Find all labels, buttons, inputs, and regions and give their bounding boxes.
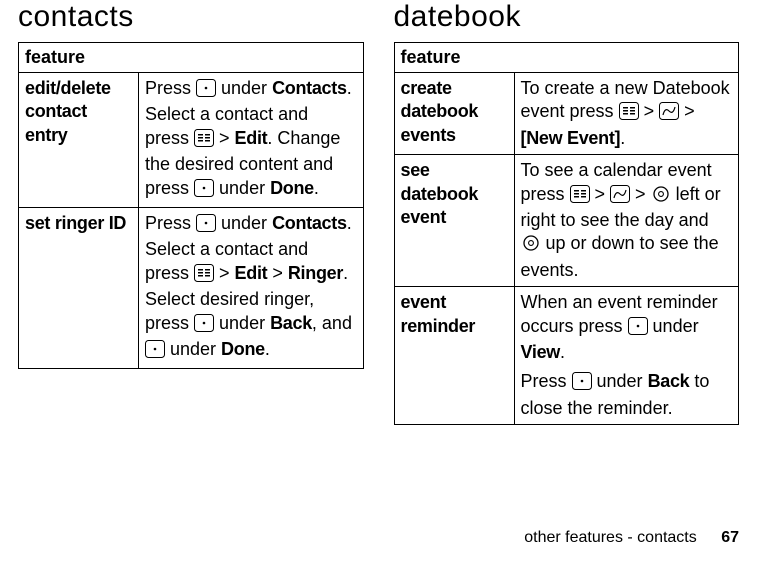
page-footer: other features - contacts 67 [524,529,739,547]
menu-key-icon [194,129,214,153]
softkey-dot-icon [196,214,216,238]
contacts-table: feature edit/delete contact entry Press … [18,42,364,369]
feature-desc: Press under Contacts. Select a contact a… [139,207,364,368]
contacts-title: contacts [18,0,364,34]
menu-key-icon [619,102,639,126]
datebook-key-icon [659,102,679,126]
softkey-dot-icon [194,179,214,203]
datebook-column: datebook feature create datebook events … [394,0,740,425]
feature-name: see datebook event [394,155,514,287]
datebook-table: feature create datebook events To create… [394,42,740,425]
table-row: see datebook event To see a calendar eve… [394,155,739,287]
datebook-header: feature [394,43,739,73]
softkey-dot-icon [194,314,214,338]
feature-desc: To create a new Datebook event press > >… [514,73,739,155]
footer-text: other features - contacts [524,529,697,546]
softkey-dot-icon [628,317,648,341]
contacts-column: contacts feature edit/delete contact ent… [18,0,364,425]
page-number: 67 [721,529,739,546]
datebook-key-icon [610,185,630,209]
table-row: edit/delete contact entry Press under Co… [19,73,364,208]
menu-key-icon [194,264,214,288]
softkey-dot-icon [145,340,165,364]
nav-ring-icon [521,234,541,258]
table-row: event reminder When an event reminder oc… [394,287,739,425]
contacts-header: feature [19,43,364,73]
table-row: set ringer ID Press under Contacts. Sele… [19,207,364,368]
nav-ring-icon [651,185,671,209]
feature-name: edit/delete contact entry [19,73,139,208]
softkey-dot-icon [196,79,216,103]
menu-key-icon [570,185,590,209]
softkey-dot-icon [572,372,592,396]
feature-desc: Press under Contacts. Select a contact a… [139,73,364,208]
feature-name: set ringer ID [19,207,139,368]
feature-name: event reminder [394,287,514,425]
table-row: create datebook events To create a new D… [394,73,739,155]
feature-desc: To see a calendar event press > > left o… [514,155,739,287]
feature-name: create datebook events [394,73,514,155]
datebook-title: datebook [394,0,740,34]
feature-desc: When an event reminder occurs press unde… [514,287,739,425]
